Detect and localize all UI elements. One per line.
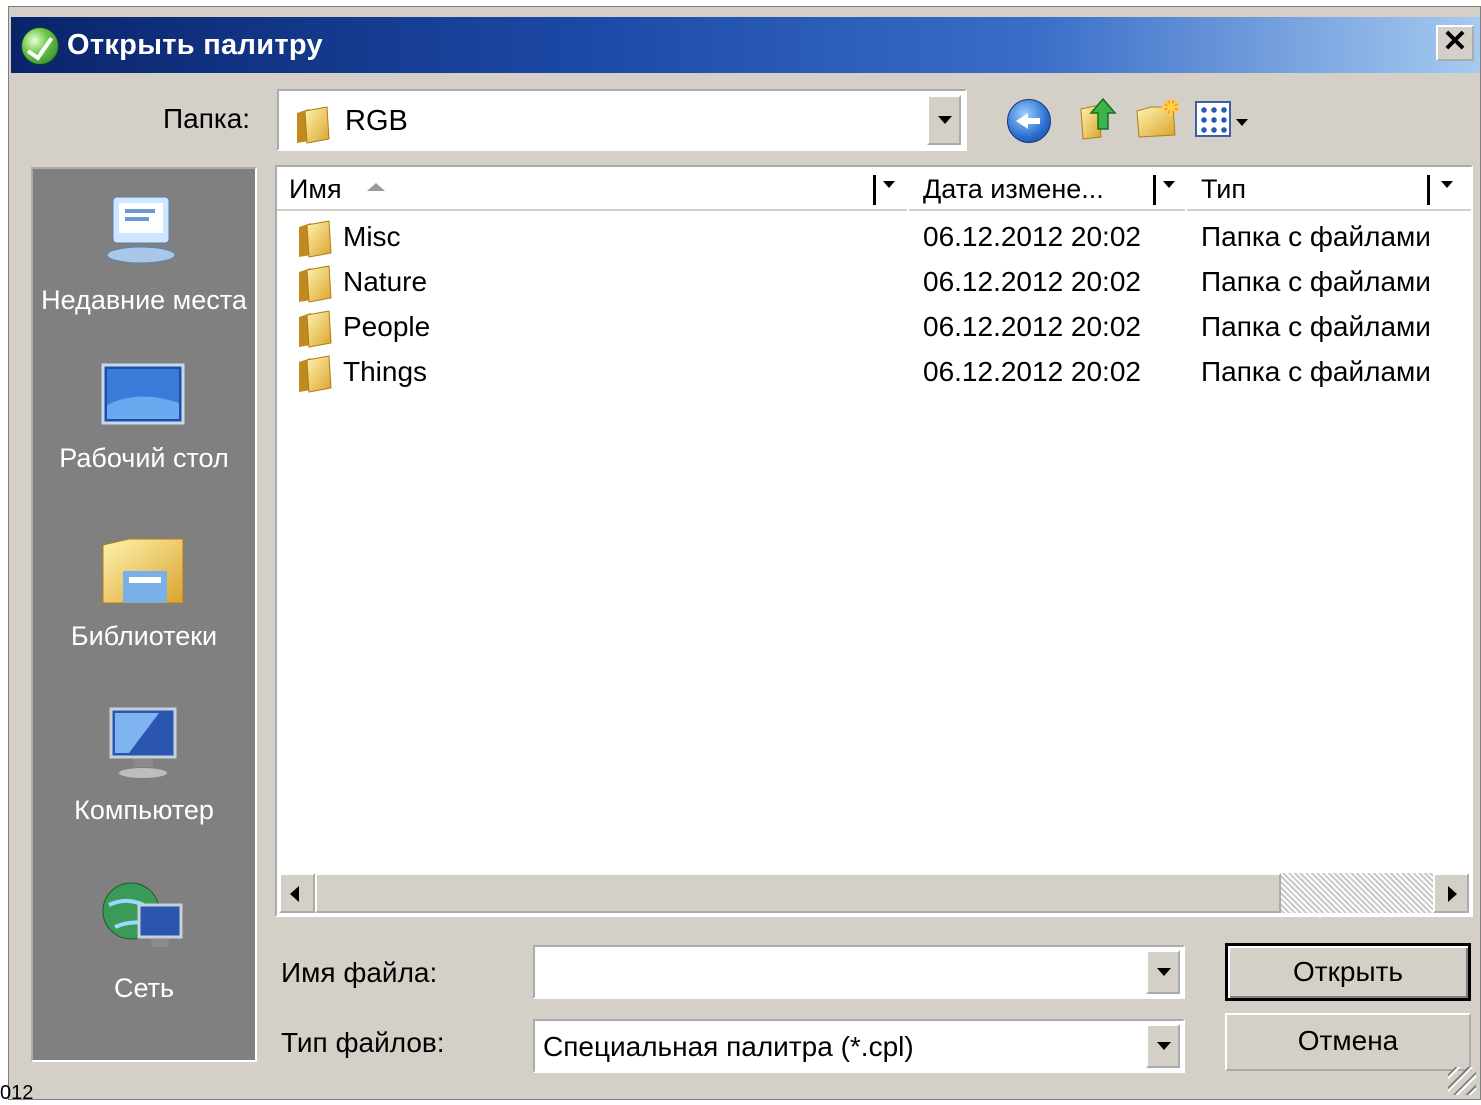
filename-combobox[interactable]: [533, 945, 1185, 999]
place-label-libraries: Библиотеки: [70, 621, 218, 651]
place-label-recent: Недавние места: [41, 285, 247, 315]
file-date: 06.12.2012 20:02: [923, 221, 1141, 252]
title-bar[interactable]: Открыть палитру ✕: [11, 17, 1480, 73]
chevron-down-icon[interactable]: [927, 95, 961, 145]
column-divider[interactable]: [1153, 175, 1156, 205]
sort-ascending-icon: [367, 183, 385, 191]
network-icon: [102, 882, 183, 947]
look-in-combobox[interactable]: RGB: [277, 89, 967, 151]
column-header-name[interactable]: Имя: [277, 167, 907, 211]
column-divider[interactable]: [1427, 175, 1430, 205]
file-type: Папка с файлами: [1201, 311, 1431, 342]
scroll-right-icon[interactable]: [1433, 873, 1469, 913]
filetype-value: Специальная палитра (*.cpl): [543, 1031, 914, 1062]
file-date: 06.12.2012 20:02: [923, 356, 1141, 387]
filetype-label: Тип файлов:: [281, 1027, 445, 1058]
scroll-left-icon[interactable]: [279, 873, 315, 913]
folder-icon: [297, 309, 333, 349]
file-list-view[interactable]: Имя Дата измене... Тип Misc 06.12.2012 2…: [275, 165, 1473, 917]
libraries-icon: [102, 538, 184, 604]
filename-label: Имя файла:: [281, 957, 438, 988]
app-icon: [21, 27, 59, 65]
new-folder-icon[interactable]: [1133, 95, 1181, 143]
views-menu-icon[interactable]: [1195, 101, 1231, 137]
place-label-network: Сеть: [113, 973, 175, 1003]
column-filter-icon[interactable]: [883, 181, 895, 188]
stray-text: 012: [0, 1082, 34, 1104]
folder-icon: [297, 354, 333, 394]
place-desktop[interactable]: Рабочий стол: [33, 359, 255, 479]
column-filter-icon[interactable]: [1441, 181, 1453, 188]
place-computer[interactable]: Компьютер: [33, 703, 255, 825]
file-date: 06.12.2012 20:02: [923, 311, 1141, 342]
place-libraries[interactable]: Библиотеки: [33, 531, 255, 651]
cancel-button[interactable]: Отмена: [1225, 1013, 1471, 1071]
file-name: Nature: [343, 266, 428, 297]
file-type: Папка с файлами: [1201, 266, 1431, 297]
file-row[interactable]: People 06.12.2012 20:02 Папка с файлами: [277, 305, 1467, 350]
chevron-down-icon[interactable]: [1146, 1024, 1180, 1068]
column-header-date-label: Дата измене...: [923, 174, 1104, 204]
column-header-date[interactable]: Дата измене...: [909, 167, 1185, 211]
places-bar: Недавние места Рабочий стол Библиотеки К…: [31, 167, 257, 1062]
back-icon[interactable]: [1007, 99, 1051, 143]
open-palette-dialog: Открыть палитру ✕ Папка: RGB Недавние ме…: [8, 6, 1481, 1100]
place-label-computer: Компьютер: [74, 795, 214, 825]
column-header-type-label: Тип: [1201, 174, 1247, 204]
file-name: People: [343, 311, 431, 342]
column-divider[interactable]: [873, 175, 876, 205]
place-label-desktop: Рабочий стол: [59, 443, 229, 473]
file-row[interactable]: Nature 06.12.2012 20:02 Папка с файлами: [277, 260, 1467, 305]
horizontal-scrollbar[interactable]: [279, 873, 1469, 913]
file-date: 06.12.2012 20:02: [923, 266, 1141, 297]
file-row[interactable]: Things 06.12.2012 20:02 Папка с файлами: [277, 350, 1467, 395]
desktop-icon: [101, 363, 185, 425]
folder-icon: [295, 105, 331, 145]
scrollbar-thumb[interactable]: [315, 873, 1281, 913]
folder-icon: [297, 219, 333, 259]
file-row[interactable]: Misc 06.12.2012 20:02 Папка с файлами: [277, 215, 1467, 260]
window-title: Открыть палитру: [67, 29, 323, 61]
resize-grip-icon[interactable]: [1448, 1067, 1476, 1095]
folder-icon: [297, 264, 333, 304]
close-button[interactable]: ✕: [1436, 25, 1474, 61]
column-filter-icon[interactable]: [1163, 181, 1175, 188]
file-name: Things: [343, 356, 428, 387]
file-name: Misc: [343, 221, 401, 252]
views-dropdown-caret-icon[interactable]: [1236, 119, 1248, 126]
column-header-name-label: Имя: [289, 174, 342, 204]
open-button[interactable]: Открыть: [1225, 943, 1471, 1001]
up-folder-icon[interactable]: [1073, 95, 1121, 143]
file-type: Папка с файлами: [1201, 356, 1431, 387]
filetype-select[interactable]: Специальная палитра (*.cpl): [533, 1019, 1185, 1073]
column-header-type[interactable]: Тип: [1187, 167, 1471, 211]
file-type: Папка с файлами: [1201, 221, 1431, 252]
look-in-label: Папка:: [163, 103, 251, 134]
recent-places-icon: [106, 196, 176, 264]
place-recent[interactable]: Недавние места: [33, 183, 255, 343]
place-network[interactable]: Сеть: [33, 875, 255, 1005]
look-in-value: RGB: [345, 105, 408, 137]
computer-icon: [109, 707, 177, 778]
chevron-down-icon[interactable]: [1146, 950, 1180, 994]
